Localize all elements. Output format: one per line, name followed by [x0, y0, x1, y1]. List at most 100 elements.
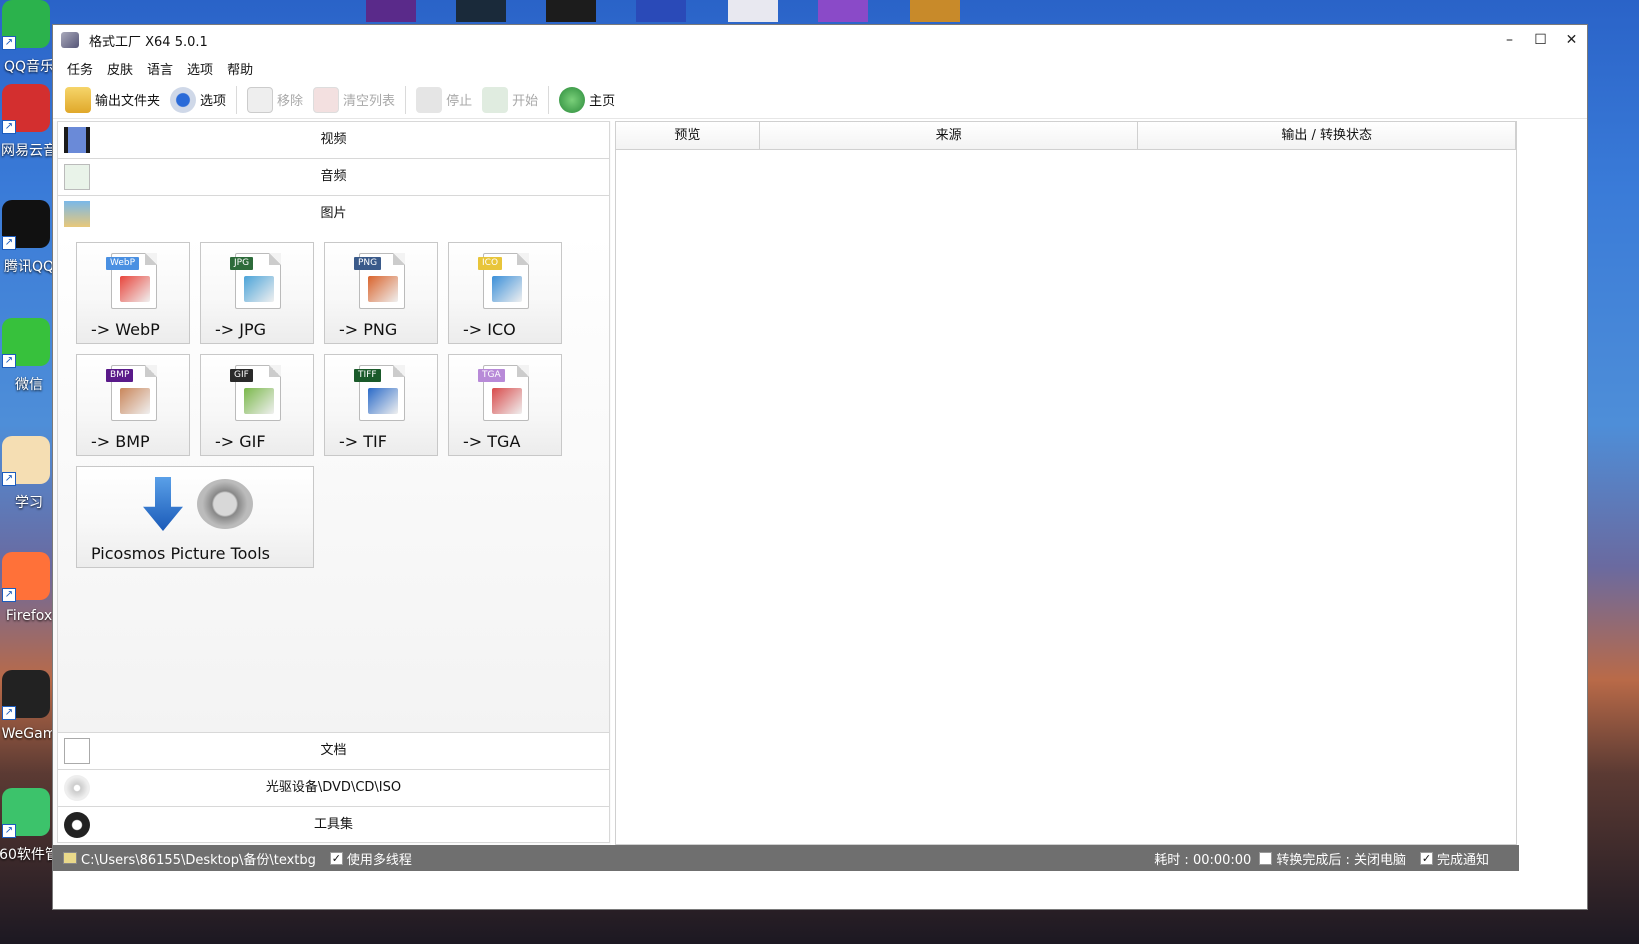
- stop-button[interactable]: 停止: [416, 86, 472, 113]
- format-tag: TIFF: [354, 369, 381, 382]
- output-folder-label: 输出文件夹: [95, 94, 161, 109]
- desktop-icon[interactable]: ↗ 腾讯QQ: [0, 200, 54, 310]
- menu-language[interactable]: 语言: [147, 59, 173, 78]
- title-bar[interactable]: 格式工厂 X64 5.0.1 – ☐ ✕: [53, 25, 1587, 55]
- task-list[interactable]: 预览 来源 输出 / 转换状态: [615, 121, 1517, 845]
- desktop-shortcut-icon[interactable]: [546, 0, 596, 22]
- file-format-icon: GIF: [230, 365, 281, 421]
- category-audio[interactable]: 音频: [57, 158, 610, 195]
- file-format-icon: PNG: [354, 253, 405, 309]
- desktop-icon-label: 学习: [15, 495, 43, 511]
- file-format-icon: TGA: [478, 365, 529, 421]
- clear-list-button[interactable]: 清空列表: [313, 86, 396, 113]
- desktop-icon[interactable]: ↗ 学习: [0, 436, 54, 546]
- folder-icon: [63, 852, 77, 864]
- options-button[interactable]: 选项: [170, 86, 227, 113]
- format-tile-label: -> ICO: [463, 320, 516, 339]
- format-tile-ico[interactable]: ICO -> ICO: [448, 242, 562, 344]
- output-path[interactable]: C:\Users\86155\Desktop\备份\textbg: [81, 849, 316, 868]
- menu-task[interactable]: 任务: [67, 59, 93, 78]
- options-label: 选项: [200, 94, 227, 109]
- format-tile-jpg[interactable]: JPG -> JPG: [200, 242, 314, 344]
- toolbar-separator: [548, 85, 550, 114]
- output-folder-button[interactable]: 输出文件夹: [65, 86, 161, 113]
- start-button[interactable]: 开始: [482, 86, 538, 113]
- format-tile-bmp[interactable]: BMP -> BMP: [76, 354, 190, 456]
- after-convert-label: 转换完成后 : 关闭电脑: [1276, 852, 1406, 868]
- file-format-icon: WebP: [106, 253, 157, 309]
- clear-list-label: 清空列表: [343, 94, 396, 109]
- task-list-header: 预览 来源 输出 / 转换状态: [616, 122, 1516, 150]
- page-fold: [145, 365, 157, 377]
- download-arrow-icon: [143, 477, 183, 531]
- format-tile-gif[interactable]: GIF -> GIF: [200, 354, 314, 456]
- desktop-icon[interactable]: ↗ 网易云音: [0, 84, 57, 194]
- multithread-checkbox[interactable]: ✓: [329, 851, 343, 865]
- category-picture[interactable]: 图片: [57, 195, 610, 232]
- desktop-shortcut-icon[interactable]: [456, 0, 506, 22]
- page-fold: [393, 365, 405, 377]
- format-tile-label: -> BMP: [91, 432, 150, 451]
- desktop-shortcut-icon[interactable]: [366, 0, 416, 22]
- category-label: 音频: [320, 169, 347, 184]
- desktop-icon[interactable]: ↗ WeGam: [0, 670, 56, 780]
- desktop-icon-label: WeGam: [1, 726, 57, 742]
- page-fold: [145, 253, 157, 265]
- category-label: 文档: [320, 743, 347, 758]
- column-source[interactable]: 来源: [760, 122, 1139, 149]
- multithread-label: 使用多线程: [346, 852, 412, 868]
- format-tag: BMP: [106, 369, 134, 382]
- toolbar-separator: [405, 85, 407, 114]
- window-title: 格式工厂 X64 5.0.1: [89, 34, 208, 50]
- desktop-icon[interactable]: ↗ Firefox: [0, 552, 54, 662]
- after-convert-checkbox[interactable]: [1259, 851, 1273, 865]
- format-tile-webp[interactable]: WebP -> WebP: [76, 242, 190, 344]
- shortcut-arrow-icon: ↗: [2, 120, 16, 134]
- file-format-icon: JPG: [230, 253, 281, 309]
- window-controls: – ☐ ✕: [1494, 25, 1587, 55]
- gear-icon: [170, 86, 197, 113]
- minimize-button[interactable]: –: [1494, 25, 1525, 55]
- globe-icon: [559, 86, 586, 113]
- format-tile-tiff[interactable]: TIFF -> TIF: [324, 354, 438, 456]
- desktop-shortcut-icon[interactable]: [818, 0, 868, 22]
- desktop-icon-label: Firefox: [5, 608, 53, 624]
- gear-icon: [197, 479, 253, 529]
- format-picture: [244, 276, 274, 302]
- close-button[interactable]: ✕: [1556, 25, 1587, 55]
- maximize-button[interactable]: ☐: [1525, 25, 1556, 55]
- desktop-icon-label: 微信: [15, 377, 43, 393]
- toolbar: 输出文件夹 选项 移除 清空列表 停止 开始 主页: [53, 81, 1587, 119]
- home-button[interactable]: 主页: [559, 86, 615, 113]
- column-output-status[interactable]: 输出 / 转换状态: [1138, 122, 1516, 149]
- menu-help[interactable]: 帮助: [227, 59, 253, 78]
- format-tile-label: -> JPG: [215, 320, 267, 339]
- desktop-shortcut-icon[interactable]: [636, 0, 686, 22]
- format-tile-label: -> TGA: [463, 432, 521, 451]
- desktop-icon[interactable]: ↗ 60软件管: [0, 788, 59, 898]
- disc-icon: [64, 775, 90, 801]
- desktop-shortcut-icon[interactable]: [910, 0, 960, 22]
- menu-skin[interactable]: 皮肤: [107, 59, 133, 78]
- format-tile-png[interactable]: PNG -> PNG: [324, 242, 438, 344]
- picosmos-picture-tools-tile[interactable]: Picosmos Picture Tools: [76, 466, 314, 568]
- category-optical-disc[interactable]: 光驱设备\DVD\CD\ISO: [57, 769, 610, 806]
- category-document[interactable]: 文档: [57, 732, 610, 769]
- remove-button[interactable]: 移除: [247, 86, 303, 113]
- notify-checkbox[interactable]: ✓: [1419, 851, 1433, 865]
- column-preview[interactable]: 预览: [616, 122, 760, 149]
- format-tile-tga[interactable]: TGA -> TGA: [448, 354, 562, 456]
- toolbox-icon: [64, 812, 90, 838]
- format-picture: [120, 276, 150, 302]
- picture-formats-grid: WebP -> WebP JPG -> JPG PNG -> PNG ICO -> ICO BM…: [57, 232, 610, 732]
- desktop-shortcut-icon[interactable]: [728, 0, 778, 22]
- start-icon: [482, 86, 509, 113]
- shortcut-arrow-icon: ↗: [2, 588, 16, 602]
- shortcut-arrow-icon: ↗: [2, 706, 16, 720]
- menu-options[interactable]: 选项: [187, 59, 213, 78]
- format-tag: GIF: [230, 369, 253, 382]
- desktop-icon[interactable]: ↗ 微信: [0, 318, 54, 428]
- elapsed-time: 耗时 : 00:00:00: [1154, 852, 1252, 868]
- category-video[interactable]: 视频: [57, 121, 610, 158]
- category-toolbox[interactable]: 工具集: [57, 806, 610, 843]
